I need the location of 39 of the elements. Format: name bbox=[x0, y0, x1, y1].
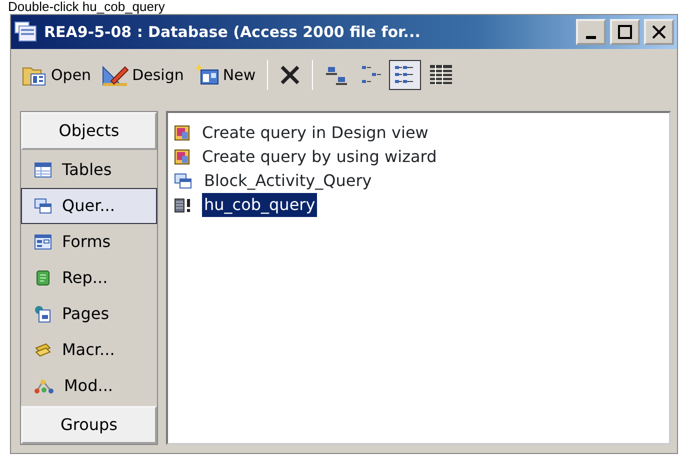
wizard-icon bbox=[174, 149, 190, 165]
maximize-button[interactable] bbox=[610, 19, 640, 45]
object-type-item[interactable]: Forms bbox=[21, 224, 157, 260]
maximize-icon bbox=[618, 25, 632, 39]
object-type-item[interactable]: Tables bbox=[21, 152, 157, 188]
object-type-item[interactable]: Quer... bbox=[21, 188, 157, 224]
object-type-item[interactable]: Pages bbox=[21, 296, 157, 332]
object-item[interactable]: Block_Activity_Query bbox=[202, 169, 374, 193]
object-type-item[interactable]: Mod... bbox=[21, 368, 157, 404]
database-window-icon bbox=[14, 21, 38, 43]
window-title: REA9-5-08 : Database (Access 2000 file for... bbox=[44, 22, 420, 43]
objects-header[interactable]: Objects bbox=[21, 112, 157, 150]
object-item[interactable]: hu_cob_query bbox=[202, 193, 318, 217]
action-query-icon bbox=[174, 197, 192, 213]
object-type-item[interactable]: Macr... bbox=[21, 332, 157, 368]
groups-header[interactable]: Groups bbox=[21, 406, 157, 444]
query-icon bbox=[174, 173, 192, 189]
close-icon bbox=[652, 25, 666, 39]
new-button[interactable]: New bbox=[190, 60, 259, 90]
object-item[interactable]: Create query in Design view bbox=[200, 121, 430, 145]
design-button[interactable]: Design bbox=[98, 60, 187, 90]
wizard-icon bbox=[174, 125, 190, 141]
form-icon bbox=[34, 234, 52, 250]
open-button[interactable]: Open bbox=[19, 60, 94, 90]
macro-icon bbox=[34, 342, 52, 358]
close-button[interactable] bbox=[644, 19, 674, 45]
new-object-icon bbox=[194, 63, 220, 87]
page-icon bbox=[34, 305, 52, 323]
object-type-item[interactable]: Rep... bbox=[21, 260, 157, 296]
table-icon bbox=[34, 162, 52, 178]
report-icon bbox=[34, 270, 52, 286]
minimize-button[interactable] bbox=[576, 19, 606, 45]
instruction-text: Double-click hu_cob_query bbox=[7, 0, 166, 14]
ruler-pencil-icon bbox=[101, 63, 130, 87]
query-icon bbox=[34, 198, 52, 214]
module-icon bbox=[34, 378, 54, 394]
list-view-icon[interactable] bbox=[388, 60, 421, 90]
minimize-icon bbox=[586, 36, 596, 38]
object-item[interactable]: Create query by using wizard bbox=[200, 145, 439, 169]
